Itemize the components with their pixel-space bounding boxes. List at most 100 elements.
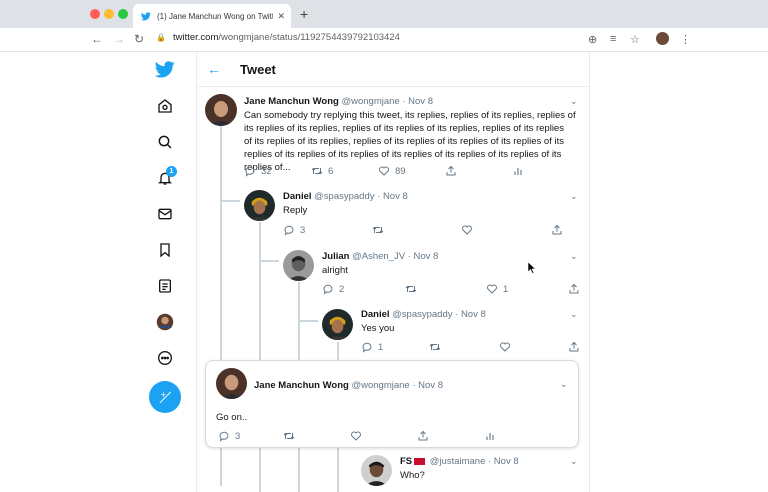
reply-count: 3	[300, 224, 306, 236]
chevron-down-icon[interactable]: ⌄	[570, 251, 578, 262]
tweet-author[interactable]: Daniel @spasypaddy · Nov 8	[361, 309, 486, 320]
handle-date: @spasypaddy · Nov 8	[392, 309, 486, 320]
heart-icon	[351, 431, 361, 441]
retweet-icon	[372, 226, 384, 234]
tweet-text-line: its replies of its replies, replies of i…	[244, 123, 564, 134]
like-button[interactable]	[499, 341, 511, 353]
tweet-author[interactable]: Jane Manchun Wong @wongmjane · Nov 8	[244, 96, 433, 107]
more-icon[interactable]	[155, 348, 175, 368]
forward-icon[interactable]: →	[113, 32, 125, 46]
retweet-button[interactable]	[405, 283, 417, 295]
share-button[interactable]	[568, 341, 580, 353]
twitter-logo-icon[interactable]	[155, 59, 175, 79]
reload-icon[interactable]: ↻	[134, 32, 144, 46]
profile-avatar[interactable]	[656, 32, 669, 45]
handle-date: @justaimane · Nov 8	[429, 456, 519, 467]
lists-icon[interactable]	[155, 276, 175, 296]
flag-icon	[414, 457, 426, 465]
chevron-down-icon[interactable]: ⌄	[570, 309, 578, 320]
tweet-text: Yes you	[361, 323, 395, 334]
maximize-window-button[interactable]	[118, 9, 128, 19]
like-button[interactable]	[350, 430, 362, 442]
new-tab-button[interactable]: +	[300, 6, 308, 22]
home-icon[interactable]	[155, 96, 175, 116]
reply-icon	[245, 166, 255, 177]
reply-button[interactable]: 3	[283, 224, 305, 236]
like-count: 1	[503, 283, 509, 295]
browser-titlebar: (1) Jane Manchun Wong on Twitt ✕ +	[0, 0, 768, 28]
tweet-author[interactable]: FS @justaimane · Nov 8	[400, 456, 519, 467]
avatar[interactable]	[244, 190, 275, 221]
back-arrow-icon[interactable]: ←	[207, 61, 221, 77]
avatar[interactable]	[322, 309, 353, 340]
avatar[interactable]	[216, 368, 247, 399]
avatar[interactable]	[283, 250, 314, 281]
chevron-down-icon[interactable]: ⌄	[570, 456, 578, 467]
reply-button[interactable]: 32	[244, 165, 272, 177]
browser-tab[interactable]: (1) Jane Manchun Wong on Twitt ✕	[133, 4, 291, 28]
reply-button[interactable]: 2	[322, 283, 344, 295]
reply-button[interactable]: 3	[218, 430, 240, 442]
like-button[interactable]: 1	[486, 283, 508, 295]
menu-icon[interactable]: ⋮	[680, 33, 691, 46]
chevron-down-icon[interactable]: ⌄	[570, 96, 578, 107]
share-button[interactable]	[417, 430, 429, 442]
display-name: FS	[400, 456, 413, 467]
handle-date: @wongmjane · Nov 8	[351, 380, 443, 391]
back-icon[interactable]: ←	[91, 32, 103, 46]
like-button[interactable]	[461, 224, 473, 236]
tweet-text-line: of its replies of its replies, replies o…	[244, 136, 564, 147]
analytics-button[interactable]	[512, 165, 524, 177]
reply-count: 1	[378, 341, 384, 353]
tweet-text-line: replies of its replies of its replies of…	[244, 149, 562, 160]
page-title: Tweet	[240, 62, 276, 77]
reading-list-icon[interactable]: ≡	[610, 33, 616, 45]
retweet-button[interactable]	[372, 224, 384, 236]
reply-icon	[362, 342, 372, 353]
tweet-author[interactable]: Daniel @spasypaddy · Nov 8	[283, 191, 408, 202]
share-button[interactable]	[568, 283, 580, 295]
bookmarks-icon[interactable]	[155, 240, 175, 260]
close-window-button[interactable]	[90, 9, 100, 19]
add-icon[interactable]: ⊕	[588, 33, 597, 46]
tweet-text: Who?	[400, 470, 425, 481]
address-bar[interactable]: 🔒 twitter.com/wongmjane/status/119275443…	[156, 32, 400, 43]
display-name: Jane Manchun Wong	[244, 96, 339, 107]
like-count: 89	[395, 165, 406, 177]
explore-icon[interactable]	[155, 132, 175, 152]
chevron-down-icon[interactable]: ⌄	[560, 379, 568, 390]
reply-button[interactable]: 1	[361, 341, 383, 353]
highlighted-tweet-card[interactable]: Jane Manchun Wong @wongmjane · Nov 8 ⌄ G…	[205, 360, 579, 448]
chevron-down-icon[interactable]: ⌄	[570, 191, 578, 202]
like-button[interactable]: 89	[378, 165, 406, 177]
compose-tweet-button[interactable]	[149, 381, 181, 413]
display-name: Daniel	[361, 309, 390, 320]
tab-title: (1) Jane Manchun Wong on Twitt	[157, 11, 274, 21]
analytics-button[interactable]	[484, 430, 496, 442]
avatar[interactable]	[361, 455, 392, 486]
feather-icon	[159, 391, 171, 403]
retweet-icon	[429, 343, 441, 351]
tab-close-icon[interactable]: ✕	[277, 11, 285, 22]
heart-icon	[487, 284, 497, 294]
minimize-window-button[interactable]	[104, 9, 114, 19]
retweet-button[interactable]	[429, 341, 441, 353]
tweet-author[interactable]: Julian @Ashen_JV · Nov 8	[322, 251, 438, 262]
share-icon	[569, 283, 579, 294]
handle-date: @wongmjane · Nov 8	[341, 96, 433, 107]
thread-line	[259, 222, 261, 492]
retweet-button[interactable]	[283, 430, 295, 442]
profile-icon[interactable]	[155, 312, 175, 332]
tweet-text: Reply	[283, 205, 308, 216]
star-icon[interactable]: ☆	[630, 33, 640, 46]
share-icon	[569, 341, 579, 352]
heart-icon	[500, 342, 510, 352]
tweet-author[interactable]: Jane Manchun Wong @wongmjane · Nov 8	[254, 380, 443, 391]
share-button[interactable]	[551, 224, 563, 236]
heart-icon	[379, 166, 389, 176]
share-button[interactable]	[445, 165, 457, 177]
tweet-text: Go on..	[216, 412, 248, 423]
retweet-button[interactable]: 6	[311, 165, 333, 177]
avatar[interactable]	[205, 94, 237, 126]
messages-icon[interactable]	[155, 204, 175, 224]
